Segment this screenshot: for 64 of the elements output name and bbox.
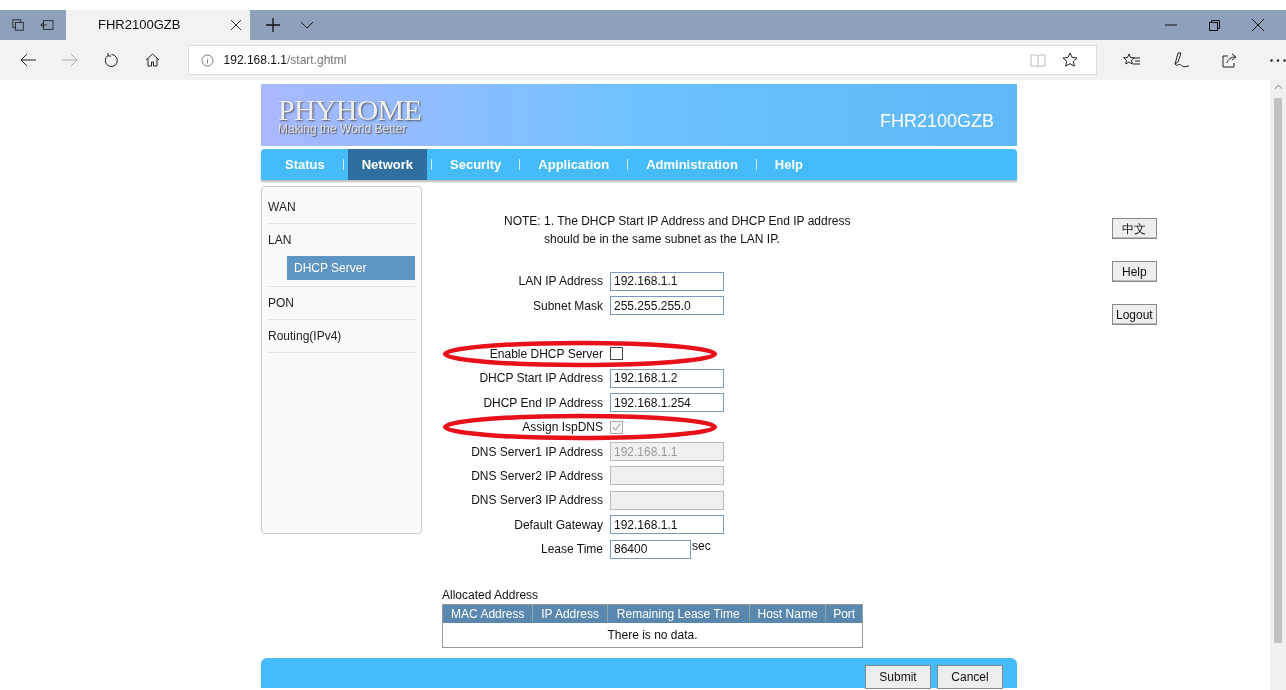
checkbox[interactable] <box>610 347 623 361</box>
sidebar-item[interactable]: PON <box>268 293 415 313</box>
address-bar[interactable]: 192.168.1.1/start.ghtml <box>187 45 1097 75</box>
brand-logo: PHYHOME <box>278 95 422 125</box>
browser-tab[interactable]: FHR2100GZB <box>66 10 250 40</box>
table-title: Allocated Address <box>442 588 539 603</box>
input-field[interactable]: 255.255.255.0 <box>610 296 724 316</box>
column-header: Host Name <box>749 604 826 624</box>
field-label: DNS Server2 IP Address <box>470 467 604 485</box>
empty-message: There is no data. <box>442 623 863 648</box>
input-field[interactable]: 192.168.1.1 <box>610 515 724 535</box>
model-name: FHR2100GZB <box>879 109 994 133</box>
scrollbar-thumb[interactable] <box>1274 98 1282 643</box>
url-text: 192.168.1.1/start.ghtml <box>223 52 348 69</box>
chevron-down-icon[interactable] <box>300 21 314 29</box>
side-button[interactable]: Logout <box>1112 304 1157 325</box>
nav-tab[interactable]: Network <box>347 149 428 180</box>
field-label: Enable DHCP Server <box>488 345 604 363</box>
plus-icon[interactable] <box>266 18 280 32</box>
footer-button[interactable]: Submit <box>865 665 931 689</box>
column-header: Remaining Lease Time <box>607 604 750 624</box>
more-icon[interactable] <box>1270 58 1286 62</box>
favorites-icon[interactable] <box>1123 52 1141 68</box>
close-icon[interactable] <box>230 19 242 31</box>
sidebar-item[interactable]: LAN <box>268 230 415 250</box>
note-text: NOTE: 1. The DHCP Start IP Address and DHCP End IP address <box>504 214 851 228</box>
input-field[interactable]: 192.168.1.1 <box>610 271 724 291</box>
field-label: Lease Time <box>539 541 604 559</box>
refresh-icon[interactable] <box>104 52 119 68</box>
field-label: LAN IP Address <box>517 273 604 291</box>
field-label: Assign IspDNS <box>521 419 604 437</box>
side-button[interactable]: 中文 <box>1112 218 1157 239</box>
note-text: should be in the same subnet as the LAN IP. <box>544 232 780 246</box>
field-label: Default Gateway <box>513 516 604 534</box>
forward-arrow-icon <box>62 53 78 67</box>
input-field[interactable]: 192.168.1.2 <box>610 368 724 388</box>
set-aside-icon[interactable] <box>40 19 54 31</box>
info-icon[interactable] <box>200 53 214 67</box>
close-icon[interactable] <box>1252 19 1264 31</box>
column-header: MAC Address <box>442 604 533 624</box>
column-header: IP Address <box>532 604 608 624</box>
side-button[interactable]: Help <box>1112 261 1157 282</box>
sidebar-item[interactable]: WAN <box>268 197 415 217</box>
input-field[interactable]: 192.168.1.254 <box>610 393 724 413</box>
scroll-up-icon[interactable] <box>1273 84 1283 90</box>
field-label: DHCP End IP Address <box>482 394 604 412</box>
slogan: Making the World Better <box>278 123 408 135</box>
restore-icon[interactable] <box>1209 19 1220 31</box>
pen-icon[interactable] <box>1173 52 1190 68</box>
input-field[interactable]: 86400 <box>610 539 691 559</box>
home-icon[interactable] <box>145 53 160 67</box>
sidebar-item[interactable]: Routing(IPv4) <box>268 326 415 346</box>
field-label: DHCP Start IP Address <box>478 370 604 388</box>
column-header: Port <box>825 604 863 624</box>
field-label: DNS Server3 IP Address <box>470 492 604 510</box>
star-icon[interactable] <box>1062 52 1078 68</box>
unit-label: sec <box>692 537 711 555</box>
tabs-icon[interactable] <box>12 18 25 32</box>
share-icon[interactable] <box>1222 52 1238 68</box>
footer-button[interactable]: Cancel <box>937 665 1003 689</box>
field-label: DNS Server1 IP Address <box>470 443 604 461</box>
field-label: Subnet Mask <box>531 297 604 315</box>
back-arrow-icon[interactable] <box>20 53 36 67</box>
tab-title: FHR2100GZB <box>98 16 182 35</box>
